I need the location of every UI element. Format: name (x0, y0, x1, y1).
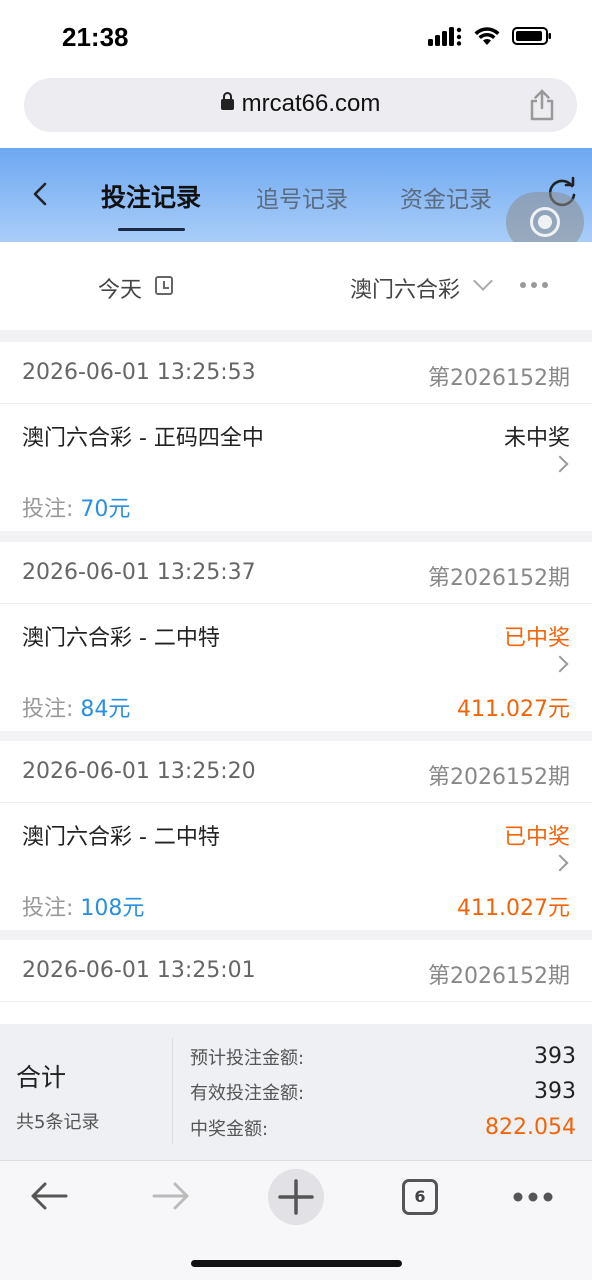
expected-bet-value: 393 (534, 1044, 576, 1069)
chevron-right-icon[interactable] (551, 854, 569, 872)
bet-label: 投注: (22, 896, 81, 921)
status-time: 21:38 (62, 22, 129, 52)
clock-calendar-icon[interactable] (155, 276, 173, 295)
chevron-right-icon[interactable] (551, 655, 569, 673)
signal-icon (428, 27, 462, 46)
tab-bet-records[interactable]: 投注记录 (101, 178, 201, 214)
record-period: 第2026152期 (428, 964, 570, 989)
expected-bet-label: 预计投注金额: (190, 1048, 305, 1069)
tab-chase-records[interactable]: 追号记录 (256, 180, 348, 214)
back-chevron-icon[interactable] (26, 176, 56, 212)
record-time: 2026-06-01 13:25:20 (22, 759, 256, 784)
active-tab-indicator (118, 228, 185, 231)
record-win-amount: 411.027元 (457, 896, 570, 921)
lottery-filter[interactable]: 澳门六合彩 (350, 272, 460, 304)
record-card[interactable]: 2026-06-01 13:25:53 第2026152期 澳门六合彩 - 正码… (0, 342, 592, 531)
dot-icon (538, 215, 552, 229)
battery-icon (512, 27, 551, 45)
separator (0, 531, 592, 542)
record-card[interactable]: 2026-06-01 13:25:37 第2026152期 澳门六合彩 - 二中… (0, 542, 592, 731)
date-filter[interactable]: 今天 (98, 272, 142, 304)
separator (0, 731, 592, 741)
status-bar: 21:38 (0, 0, 592, 76)
summary-panel: 合计 共5条记录 预计投注金额: 393 有效投注金额: 393 中奖金额: 8… (0, 1024, 592, 1160)
url-display[interactable]: mrcat66.com (24, 90, 577, 118)
win-amount-value: 822.054 (485, 1115, 576, 1140)
record-period: 第2026152期 (428, 566, 570, 591)
record-status: 未中奖 (503, 426, 570, 451)
more-menu-icon[interactable] (512, 1191, 554, 1203)
valid-bet-value: 393 (534, 1079, 576, 1104)
chevron-right-icon[interactable] (551, 455, 569, 473)
home-indicator (191, 1260, 402, 1267)
bet-amount: 70元 (80, 497, 131, 522)
record-game-name: 澳门六合彩 - 二中特 (22, 825, 220, 850)
bet-label: 投注: (22, 697, 81, 722)
separator (0, 330, 592, 342)
separator (0, 930, 592, 940)
summary-title: 合计 (16, 1063, 67, 1092)
record-time: 2026-06-01 13:25:01 (22, 958, 256, 983)
record-win-amount: 411.027元 (457, 697, 570, 722)
new-tab-button[interactable] (268, 1169, 324, 1225)
plus-icon (278, 1179, 314, 1215)
record-game-name: 澳门六合彩 - 二中特 (22, 626, 220, 651)
record-status: 已中奖 (503, 825, 570, 850)
record-bet: 投注: 70元 (22, 491, 130, 523)
chevron-down-icon[interactable] (473, 271, 493, 291)
app-header: 投注记录 追号记录 资金记录 (0, 148, 592, 242)
record-count: 共5条记录 (16, 1112, 100, 1133)
tab-fund-records[interactable]: 资金记录 (400, 180, 492, 214)
record-header: 2026-06-01 13:25:53 第2026152期 (0, 342, 592, 404)
record-header: 2026-06-01 13:25:37 第2026152期 (0, 542, 592, 604)
record-bet: 投注: 84元 (22, 691, 130, 723)
record-period: 第2026152期 (428, 366, 570, 391)
record-status: 已中奖 (503, 626, 570, 651)
record-card[interactable]: 2026-06-01 13:25:20 第2026152期 澳门六合彩 - 二中… (0, 741, 592, 930)
browser-forward-icon[interactable] (150, 1175, 192, 1217)
tabs-count-button[interactable]: 6 (402, 1179, 438, 1215)
divider (172, 1038, 173, 1144)
record-time: 2026-06-01 13:25:37 (22, 560, 256, 585)
record-header: 2026-06-01 13:25:01 第2026152期 (0, 940, 592, 1002)
record-bet: 投注: 108元 (22, 890, 144, 922)
record-header: 2026-06-01 13:25:20 第2026152期 (0, 741, 592, 803)
lock-icon (220, 92, 234, 110)
bet-amount: 84元 (80, 697, 131, 722)
address-bar[interactable]: mrcat66.com (24, 78, 577, 132)
win-amount-label: 中奖金额: (190, 1119, 269, 1140)
filter-row: 今天 澳门六合彩 (0, 242, 592, 330)
bet-label: 投注: (22, 497, 81, 522)
record-time: 2026-06-01 13:25:53 (22, 360, 256, 385)
wifi-icon (474, 27, 500, 45)
url-text: mrcat66.com (241, 90, 381, 117)
more-options-icon[interactable] (520, 282, 548, 288)
valid-bet-label: 有效投注金额: (190, 1083, 305, 1104)
bet-amount: 108元 (80, 896, 145, 921)
record-period: 第2026152期 (428, 765, 570, 790)
record-game-name: 澳门六合彩 - 正码四全中 (22, 426, 264, 451)
status-icons (428, 26, 552, 46)
browser-back-icon[interactable] (28, 1175, 70, 1217)
share-icon[interactable] (527, 88, 557, 122)
